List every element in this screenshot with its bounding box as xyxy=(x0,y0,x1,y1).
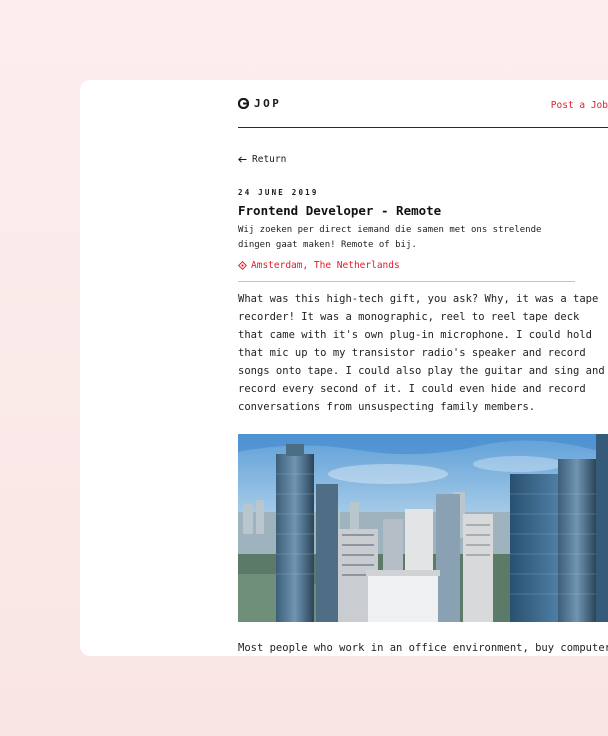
job-location[interactable]: Amsterdam, The Netherlands xyxy=(238,260,400,271)
return-label: Return xyxy=(252,154,287,165)
return-link[interactable]: Return xyxy=(238,154,286,165)
city-skyline-photo xyxy=(238,434,608,622)
location-pin-icon xyxy=(238,261,247,270)
job-detail-content: JOP Post a Job Return 24 JUNE 2019 Front… xyxy=(238,80,608,654)
brand-logo[interactable]: JOP xyxy=(238,97,281,110)
article-paragraph-2: Most people who work in an office enviro… xyxy=(238,642,608,654)
job-detail-card: JOP Post a Job Return 24 JUNE 2019 Front… xyxy=(80,80,608,656)
section-divider xyxy=(238,281,575,282)
post-a-job-link[interactable]: Post a Job xyxy=(551,100,608,111)
brand-logo-icon xyxy=(238,98,249,109)
job-title: Frontend Developer - Remote xyxy=(238,203,442,218)
page-background: JOP Post a Job Return 24 JUNE 2019 Front… xyxy=(0,0,608,736)
job-location-label: Amsterdam, The Netherlands xyxy=(251,260,400,271)
top-navigation-bar: JOP Post a Job xyxy=(238,80,608,128)
article-paragraph: What was this high-tech gift, you ask? W… xyxy=(238,293,605,413)
arrow-left-icon xyxy=(238,156,247,163)
job-intro: Wij zoeken per direct iemand die samen m… xyxy=(238,225,542,250)
brand-name: JOP xyxy=(254,97,282,110)
posting-date: 24 JUNE 2019 xyxy=(238,188,319,197)
